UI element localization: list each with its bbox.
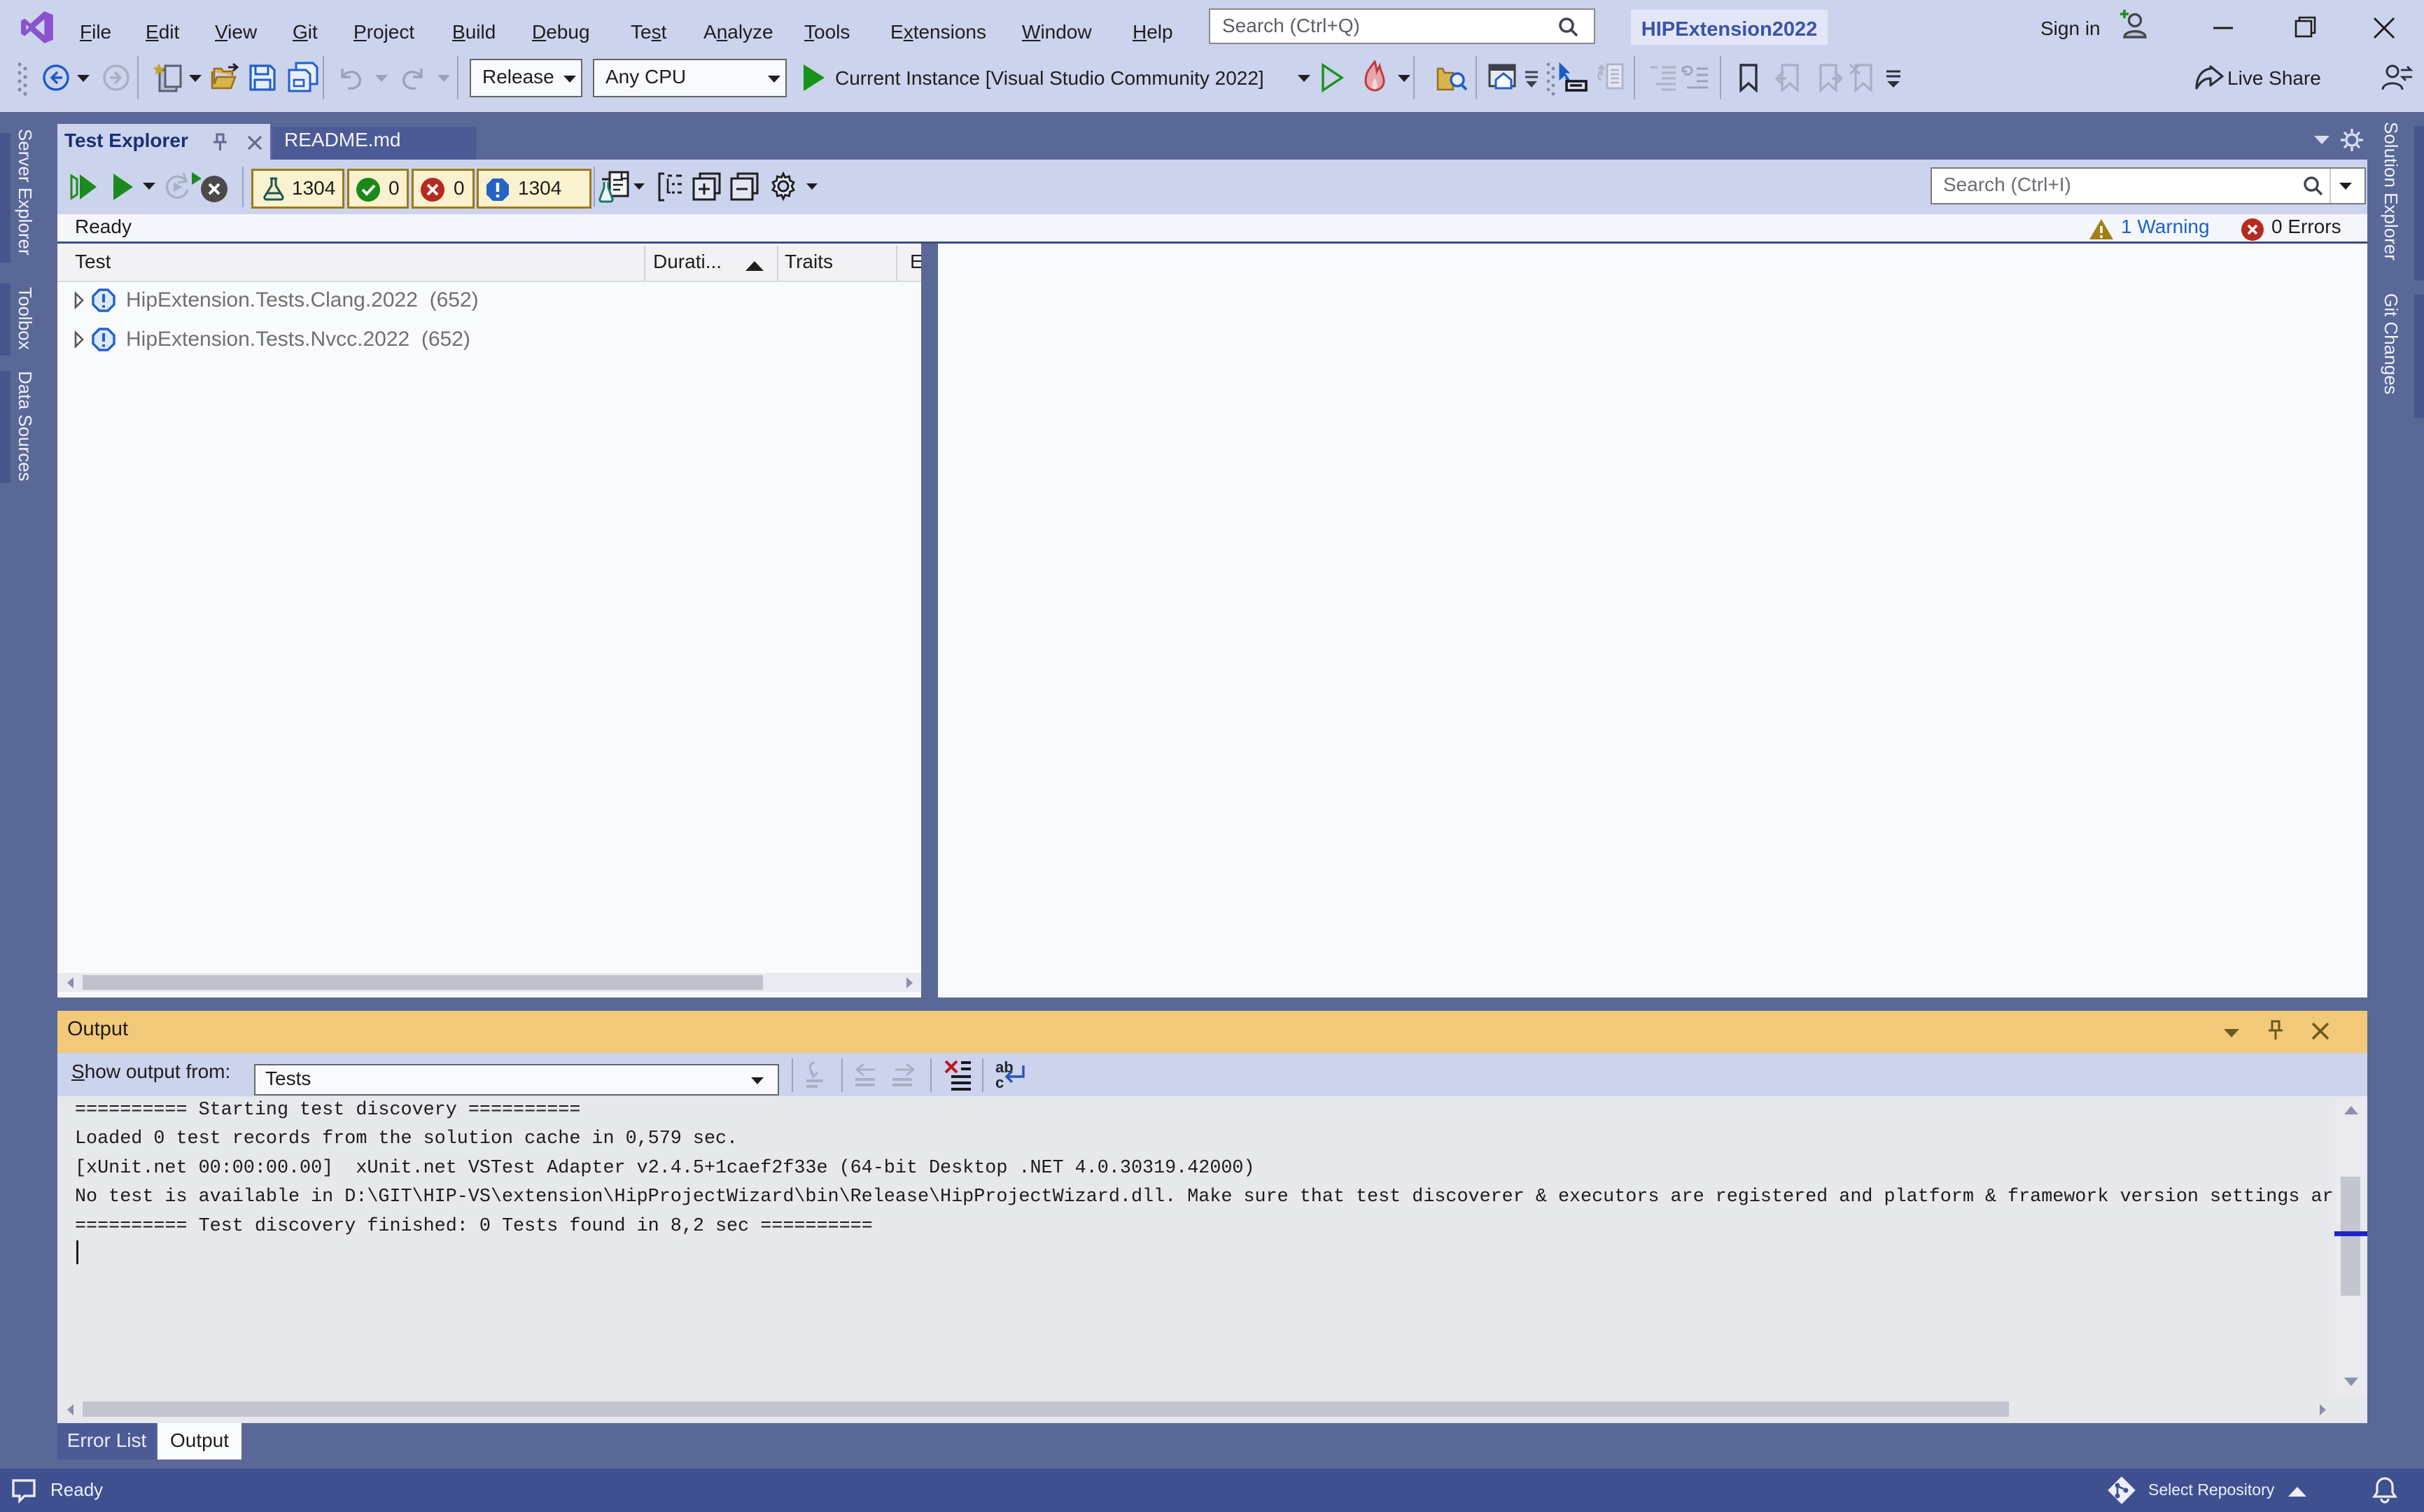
svg-text:c: c: [995, 1074, 1004, 1091]
